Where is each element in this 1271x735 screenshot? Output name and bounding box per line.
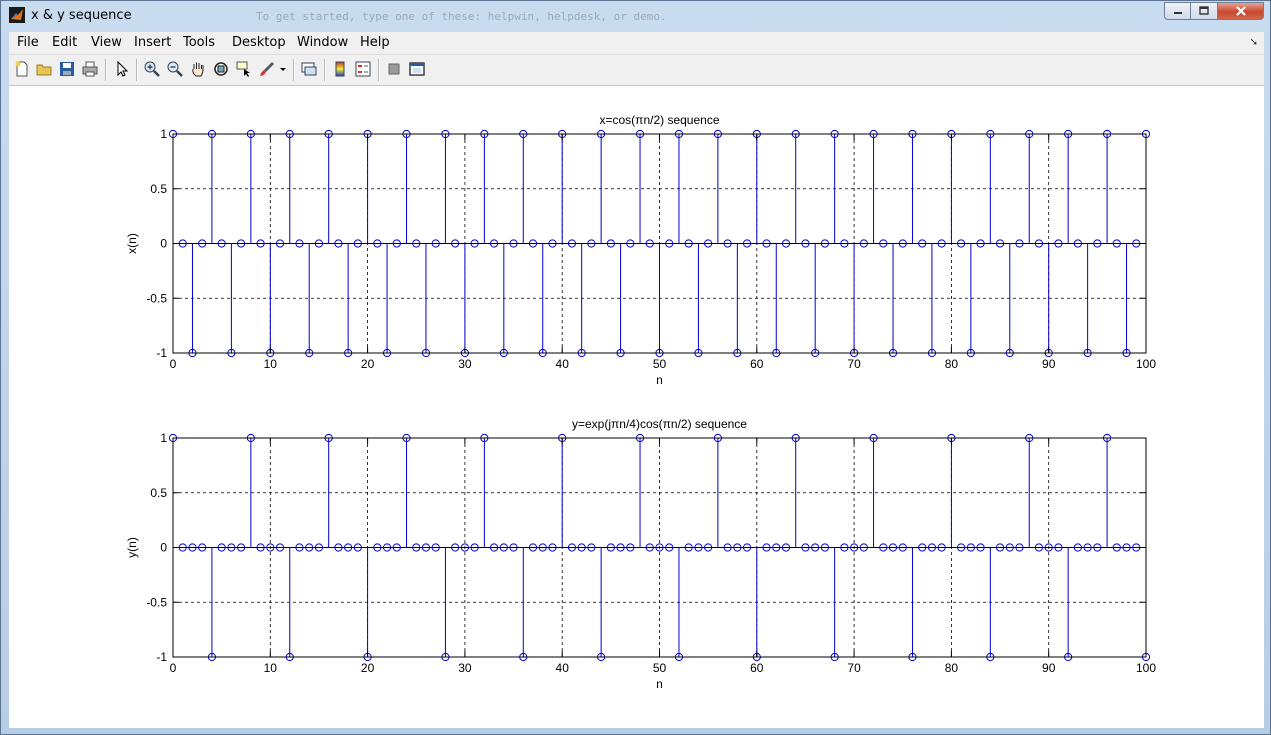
rotate-3d-icon[interactable] — [212, 60, 230, 78]
close-icon — [1235, 6, 1246, 16]
figure-window: x & y sequence To get started, type one … — [0, 0, 1271, 735]
menu-edit[interactable]: Edit — [52, 35, 77, 50]
minimize-icon — [1173, 12, 1182, 14]
menu-tools[interactable]: Tools — [183, 35, 215, 50]
x-axis-label: n — [656, 677, 663, 691]
title-bar[interactable]: x & y sequence To get started, type one … — [1, 1, 1270, 31]
figure-canvas: 0 10 20 30 40 50 60 70 80 90 100 -1 -0.5 0 0.5 1 x=cos(π… — [9, 86, 1264, 728]
close-button[interactable] — [1218, 2, 1264, 20]
y-tick-label: -1 — [156, 650, 167, 664]
x-tick-label: 80 — [945, 661, 959, 675]
menu-view[interactable]: View — [91, 35, 122, 50]
y-tick-label: -0.5 — [146, 595, 167, 609]
pan-icon[interactable] — [189, 60, 207, 78]
y-tick-label: -0.5 — [146, 291, 167, 305]
y-tick-label: 1 — [160, 127, 167, 141]
x-tick-label: 0 — [170, 357, 177, 371]
y-axis-label: y(n) — [125, 537, 139, 558]
x-tick-label: 80 — [945, 357, 959, 371]
link-plot-icon[interactable] — [300, 60, 318, 78]
x-tick-label: 20 — [361, 357, 375, 371]
colorbar-icon[interactable] — [331, 60, 349, 78]
x-tick-label: 40 — [556, 661, 570, 675]
y-tick-label: 0.5 — [150, 486, 167, 500]
y-tick-label: 0 — [160, 237, 167, 251]
axes-1: 0 10 20 30 40 50 60 70 80 90 100 -1 -0.5 0 0.5 1 x=cos(π… — [125, 113, 1156, 387]
menu-window[interactable]: Window — [297, 35, 348, 50]
brush-dropdown-icon[interactable] — [279, 60, 287, 78]
x-tick-label: 90 — [1042, 661, 1056, 675]
menu-help[interactable]: Help — [360, 35, 390, 50]
axes-2: 0 10 20 30 40 50 60 70 80 90 100 -1 -0.5 0 0.5 1 y=exp(j… — [125, 417, 1156, 691]
x-tick-label: 70 — [847, 357, 861, 371]
matlab-logo-icon — [9, 7, 25, 23]
x-tick-label: 60 — [750, 357, 764, 371]
minimize-button[interactable] — [1164, 2, 1191, 20]
x-tick-label: 10 — [264, 357, 278, 371]
menu-insert[interactable]: Insert — [134, 35, 171, 50]
y-tick-label: 0.5 — [150, 182, 167, 196]
menu-file[interactable]: File — [17, 35, 39, 50]
y-axis-label: x(n) — [125, 233, 139, 254]
data-cursor-icon[interactable] — [235, 60, 253, 78]
pointer-icon[interactable] — [113, 60, 131, 78]
maximize-button[interactable] — [1191, 2, 1218, 20]
chart-title: x=cos(πn/2) sequence — [599, 113, 719, 127]
save-icon[interactable] — [58, 60, 76, 78]
open-file-icon[interactable] — [35, 60, 53, 78]
print-icon[interactable] — [81, 60, 99, 78]
chart-title: y=exp(jπn/4)cos(πn/2) sequence — [572, 417, 747, 431]
hide-plot-tools-icon[interactable] — [385, 60, 403, 78]
y-tick-label: -1 — [156, 346, 167, 360]
show-plot-tools-icon[interactable] — [408, 60, 426, 78]
x-tick-label: 60 — [750, 661, 764, 675]
brush-icon[interactable] — [258, 60, 276, 78]
x-tick-label: 30 — [458, 357, 472, 371]
x-tick-label: 20 — [361, 661, 375, 675]
zoom-out-icon[interactable] — [166, 60, 184, 78]
zoom-in-icon[interactable] — [143, 60, 161, 78]
x-tick-label: 30 — [458, 661, 472, 675]
plots-svg: 0 10 20 30 40 50 60 70 80 90 100-1-0.500.51x=cos(π… — [125, 113, 1156, 691]
x-tick-label: 50 — [653, 661, 667, 675]
new-figure-icon[interactable] — [13, 60, 31, 78]
x-tick-label: 40 — [556, 357, 570, 371]
window-title: x & y sequence — [31, 8, 132, 23]
x-tick-label: 0 — [170, 661, 177, 675]
x-axis-label: n — [656, 373, 663, 387]
y-tick-label: 1 — [160, 431, 167, 445]
x-tick-label: 100 — [1136, 661, 1156, 675]
figure-toolbar — [9, 55, 1264, 86]
menu-dock-arrow-icon[interactable]: ➘ — [1250, 37, 1258, 48]
menu-desktop[interactable]: Desktop — [232, 35, 286, 50]
x-tick-label: 10 — [264, 661, 278, 675]
x-tick-label: 50 — [653, 357, 667, 371]
legend-icon[interactable] — [354, 60, 372, 78]
menu-bar: File Edit View Insert Tools Desktop Wind… — [9, 32, 1264, 55]
y-tick-label: 0 — [160, 541, 167, 555]
x-tick-label: 100 — [1136, 357, 1156, 371]
command-hint-text: To get started, type one of these: helpw… — [256, 10, 667, 23]
maximize-icon — [1199, 6, 1209, 15]
x-tick-label: 70 — [847, 661, 861, 675]
x-tick-label: 90 — [1042, 357, 1056, 371]
